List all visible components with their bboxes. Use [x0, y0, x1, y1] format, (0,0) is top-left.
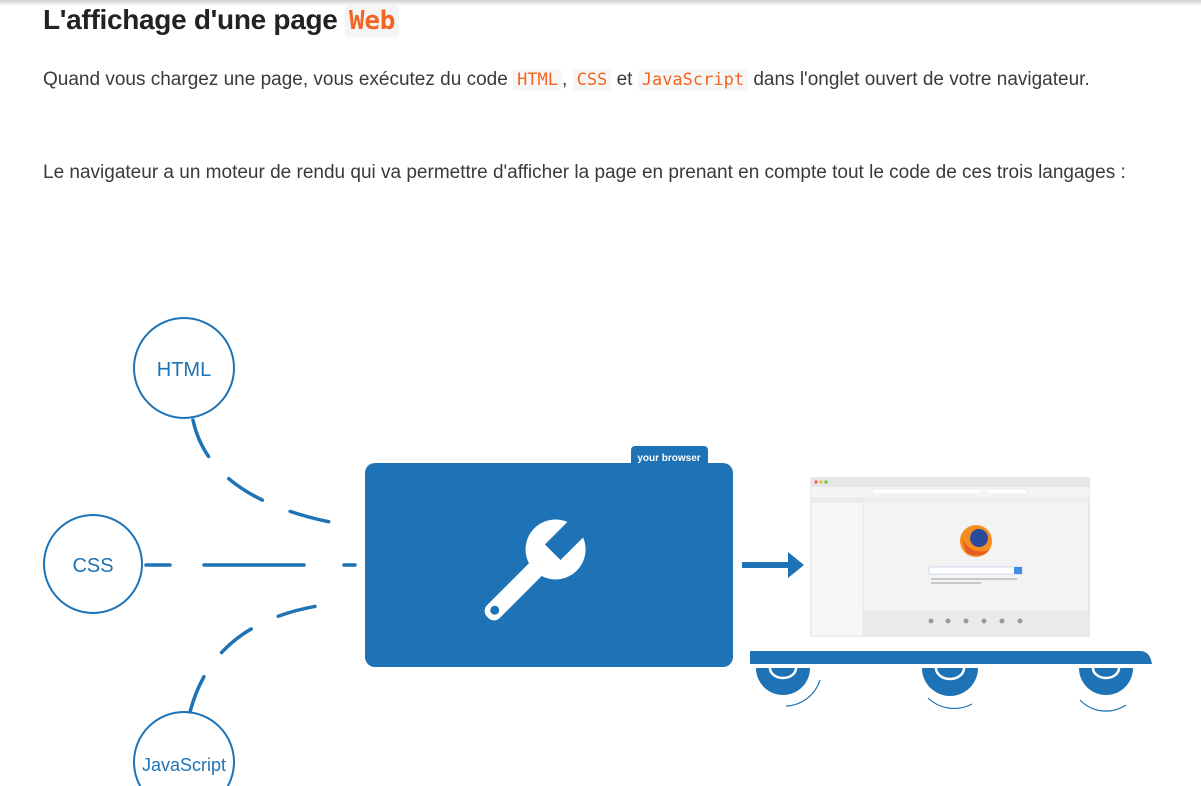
firefox-logo-icon [960, 525, 992, 557]
connector-lines [144, 418, 357, 714]
heading-highlight-code: Web [345, 5, 400, 37]
html-circle: HTML [133, 317, 235, 419]
code-javascript: JavaScript [637, 69, 749, 91]
page-heading: L'affichage d'une page Web [43, 4, 400, 37]
code-html: HTML [513, 69, 563, 91]
paragraph-intro: Quand vous chargez une page, vous exécut… [43, 69, 1090, 91]
css-circle: CSS [43, 514, 143, 614]
javascript-circle: JavaScript [133, 711, 235, 786]
rendering-diagram: HTML CSS JavaScript your browser [43, 317, 1152, 786]
rendered-page-screenshot [810, 477, 1090, 637]
gear-icon [1079, 667, 1133, 712]
conveyor-belt [750, 651, 1152, 712]
browser-tab-label: your browser [637, 453, 700, 464]
code-css: CSS [572, 69, 612, 91]
gear-icon [922, 667, 978, 710]
gear-icon [756, 667, 821, 707]
html-label: HTML [157, 359, 211, 381]
paragraph-render-engine: Le navigateur a un moteur de rendu qui v… [43, 162, 1126, 183]
arrow-right-icon [742, 552, 804, 578]
browser-engine-box: your browser [365, 446, 733, 667]
javascript-label: JavaScript [142, 755, 226, 775]
css-label: CSS [72, 555, 113, 577]
